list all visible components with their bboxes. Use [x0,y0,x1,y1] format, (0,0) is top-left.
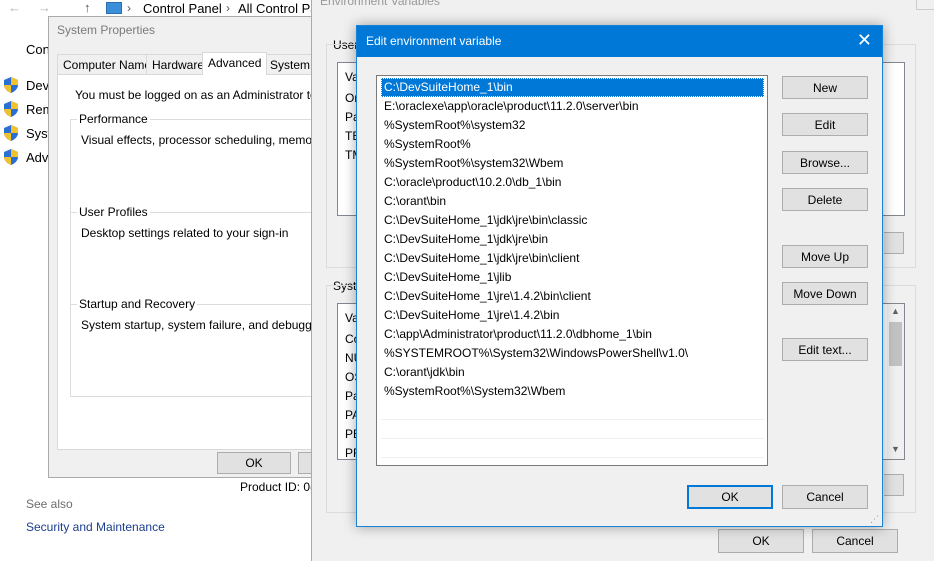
env-ok-button[interactable]: OK [718,529,804,553]
shield-icon [4,125,18,141]
control-panel-icon [106,2,122,14]
resize-grip-icon[interactable]: ⋰ [870,514,880,524]
startup-recovery-group: Startup and Recovery System startup, sys… [70,297,350,397]
path-list-item[interactable]: %SystemRoot%\system32 [381,116,764,135]
path-list-empty-row[interactable] [381,420,764,439]
startup-recovery-caption: Startup and Recovery [77,297,198,311]
user-delete-button[interactable] [884,232,904,254]
env-cancel-button[interactable]: Cancel [812,529,898,553]
path-list-empty-row[interactable] [381,439,764,458]
up-arrow-icon[interactable]: ↑ [84,0,91,15]
path-list[interactable]: C:\DevSuiteHome_1\bin E:\oraclexe\app\ora… [376,75,768,466]
scroll-down-icon[interactable]: ▼ [891,444,900,454]
user-profiles-description: Desktop settings related to your sign-in [81,226,289,240]
product-id-label: Product ID: 0( [240,480,315,494]
performance-caption: Performance [77,112,150,126]
shield-icon [4,101,18,117]
security-maintenance-link[interactable]: Security and Maintenance [26,520,165,534]
back-arrow-icon[interactable]: ← [8,0,21,15]
breadcrumb-control-panel[interactable]: Control Panel [143,1,222,16]
tab-advanced[interactable]: Advanced [202,52,268,75]
path-list-item[interactable]: %SystemRoot%\System32\Wbem [381,382,764,401]
path-list-item[interactable]: %SystemRoot%\system32\Wbem [381,154,764,173]
edit-dialog-title: Edit environment variable [366,34,502,48]
breadcrumb-separator-icon: › [226,1,230,15]
edit-text-button[interactable]: Edit text... [782,338,868,361]
path-list-item[interactable]: C:\orant\bin [381,192,764,211]
admin-note: You must be logged on as an Administrato… [75,88,350,102]
see-also-heading: See also [26,497,73,511]
system-delete-button[interactable] [884,474,904,496]
breadcrumb-all-items[interactable]: All Control Pa [238,1,317,16]
path-list-item[interactable]: C:\DevSuiteHome_1\bin [381,78,764,97]
tab-computer-name[interactable]: Computer Name [57,54,158,74]
advanced-tab-page: You must be logged on as an Administrato… [57,74,351,450]
new-button[interactable]: New [782,76,868,99]
environment-variables-title: Environment Variables [320,0,440,8]
edit-button[interactable]: Edit [782,113,868,136]
path-list-item[interactable]: C:\DevSuiteHome_1\jdk\jre\bin\classic [381,211,764,230]
path-list-item[interactable]: %SYSTEMROOT%\System32\WindowsPowerShell\… [381,344,764,363]
tab-system-protection[interactable]: System P [264,54,317,86]
path-list-item[interactable]: C:\DevSuiteHome_1\jlib [381,268,764,287]
forward-arrow-icon[interactable]: → [38,0,51,15]
edit-dialog-titlebar[interactable]: Edit environment variable ✕ [357,26,882,57]
move-up-button[interactable]: Move Up [782,245,868,268]
performance-group: Performance Visual effects, processor sc… [70,112,351,213]
path-list-item[interactable]: C:\DevSuiteHome_1\jdk\jre\bin\client [381,249,764,268]
delete-button[interactable]: Delete [782,188,868,211]
path-list-item[interactable]: C:\oracle\product\10.2.0\db_1\bin [381,173,764,192]
breadcrumb-separator-icon: › [127,1,131,15]
path-list-item[interactable]: E:\oraclexe\app\oracle\product\11.2.0\se… [381,97,764,116]
path-list-item[interactable]: C:\orant\jdk\bin [381,363,764,382]
scrollbar-thumb[interactable] [889,322,902,366]
shield-icon [4,77,18,93]
tab-hardware[interactable]: Hardware [146,54,211,74]
edit-environment-variable-dialog: Edit environment variable ✕ C:\DevSuiteH… [356,25,883,527]
system-properties-window: System Properties Computer Name Hardware… [48,16,351,478]
path-list-item[interactable]: C:\app\Administrator\product\11.2.0\dbho… [381,325,764,344]
shield-icon [4,149,18,165]
path-list-empty-row[interactable] [381,458,764,465]
system-properties-title: System Properties [57,23,156,37]
path-list-empty-row[interactable] [381,401,764,420]
path-list-item[interactable]: C:\DevSuiteHome_1\jdk\jre\bin [381,230,764,249]
scroll-up-icon[interactable]: ▲ [891,306,900,316]
edit-ok-button[interactable]: OK [687,485,773,509]
edit-cancel-button[interactable]: Cancel [782,485,868,509]
browse-button[interactable]: Browse... [782,151,868,174]
sysprop-ok-button[interactable]: OK [217,452,291,474]
move-down-button[interactable]: Move Down [782,282,868,305]
path-list-item[interactable]: C:\DevSuiteHome_1\jre\1.4.2\bin\client [381,287,764,306]
user-profiles-caption: User Profiles [77,205,150,219]
path-list-item[interactable]: %SystemRoot% [381,135,764,154]
path-list-item[interactable]: C:\DevSuiteHome_1\jre\1.4.2\bin [381,306,764,325]
user-profiles-group: User Profiles Desktop settings related t… [70,205,320,305]
env-close-icon[interactable] [916,0,934,10]
system-list-scrollbar[interactable]: ▲ ▼ [887,304,904,459]
close-icon[interactable]: ✕ [857,31,872,49]
